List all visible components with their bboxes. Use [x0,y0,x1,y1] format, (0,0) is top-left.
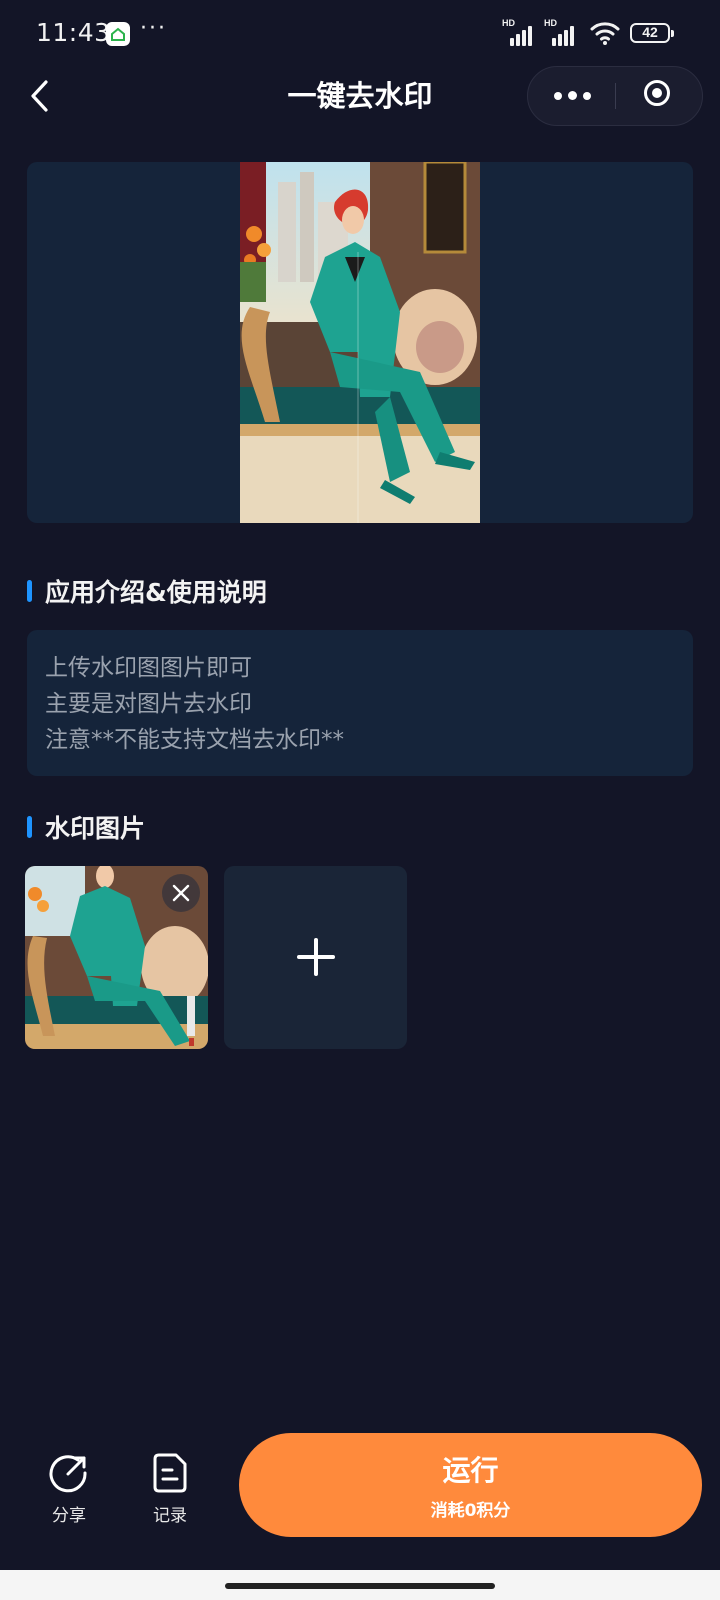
more-dots-icon [554,92,562,100]
signal-icon-2: HD [544,18,578,46]
status-more-icon: ··· [140,16,167,41]
home-indicator[interactable] [225,1583,495,1589]
intro-line: 注意**不能支持文档去水印** [45,727,344,753]
result-preview [27,162,693,523]
records-button[interactable]: 记录 [130,1450,210,1530]
uploaded-image-thumbnail[interactable] [25,866,208,1049]
intro-line: 主要是对图片去水印 [45,691,252,717]
run-cost-label: 消耗0积分 [430,1501,511,1521]
intro-line: 上传水印图图片即可 [45,655,252,681]
share-icon [49,1455,87,1493]
records-label: 记录 [153,1506,187,1526]
battery-icon: 42 [630,23,674,43]
share-button[interactable]: 分享 [29,1450,109,1530]
run-label: 运行 [442,1454,499,1487]
section-accent-bar [27,816,32,838]
close-icon [172,884,190,902]
signal-icon: HD [502,18,536,46]
mini-program-page: 11:43 ··· HD HD 42 一键去水印 应用介绍&使用说明 上传水印图… [0,0,720,1600]
add-image-button[interactable] [224,866,407,1049]
intro-section-title: 应用介绍&使用说明 [45,578,267,607]
close-miniprogram-button[interactable] [616,67,704,125]
system-navigation-bar [0,1570,720,1600]
intro-box: 上传水印图图片即可 主要是对图片去水印 注意**不能支持文档去水印** [27,630,693,776]
more-options-button[interactable] [528,67,616,125]
delete-image-button[interactable] [162,874,200,912]
status-time: 11:43 [36,18,111,47]
image-section-header: 水印图片 [27,807,145,847]
image-section-title: 水印图片 [45,814,146,843]
status-bar: 11:43 ··· HD HD 42 [0,0,720,70]
intro-section-header: 应用介绍&使用说明 [27,571,267,611]
document-icon [153,1453,187,1493]
preview-image [240,162,480,523]
wifi-icon [590,20,620,46]
app-notification-icon [106,22,130,46]
capsule-menu [527,66,703,126]
run-button[interactable]: 运行 消耗0积分 [239,1433,702,1537]
share-label: 分享 [52,1506,86,1526]
section-accent-bar [27,580,32,602]
